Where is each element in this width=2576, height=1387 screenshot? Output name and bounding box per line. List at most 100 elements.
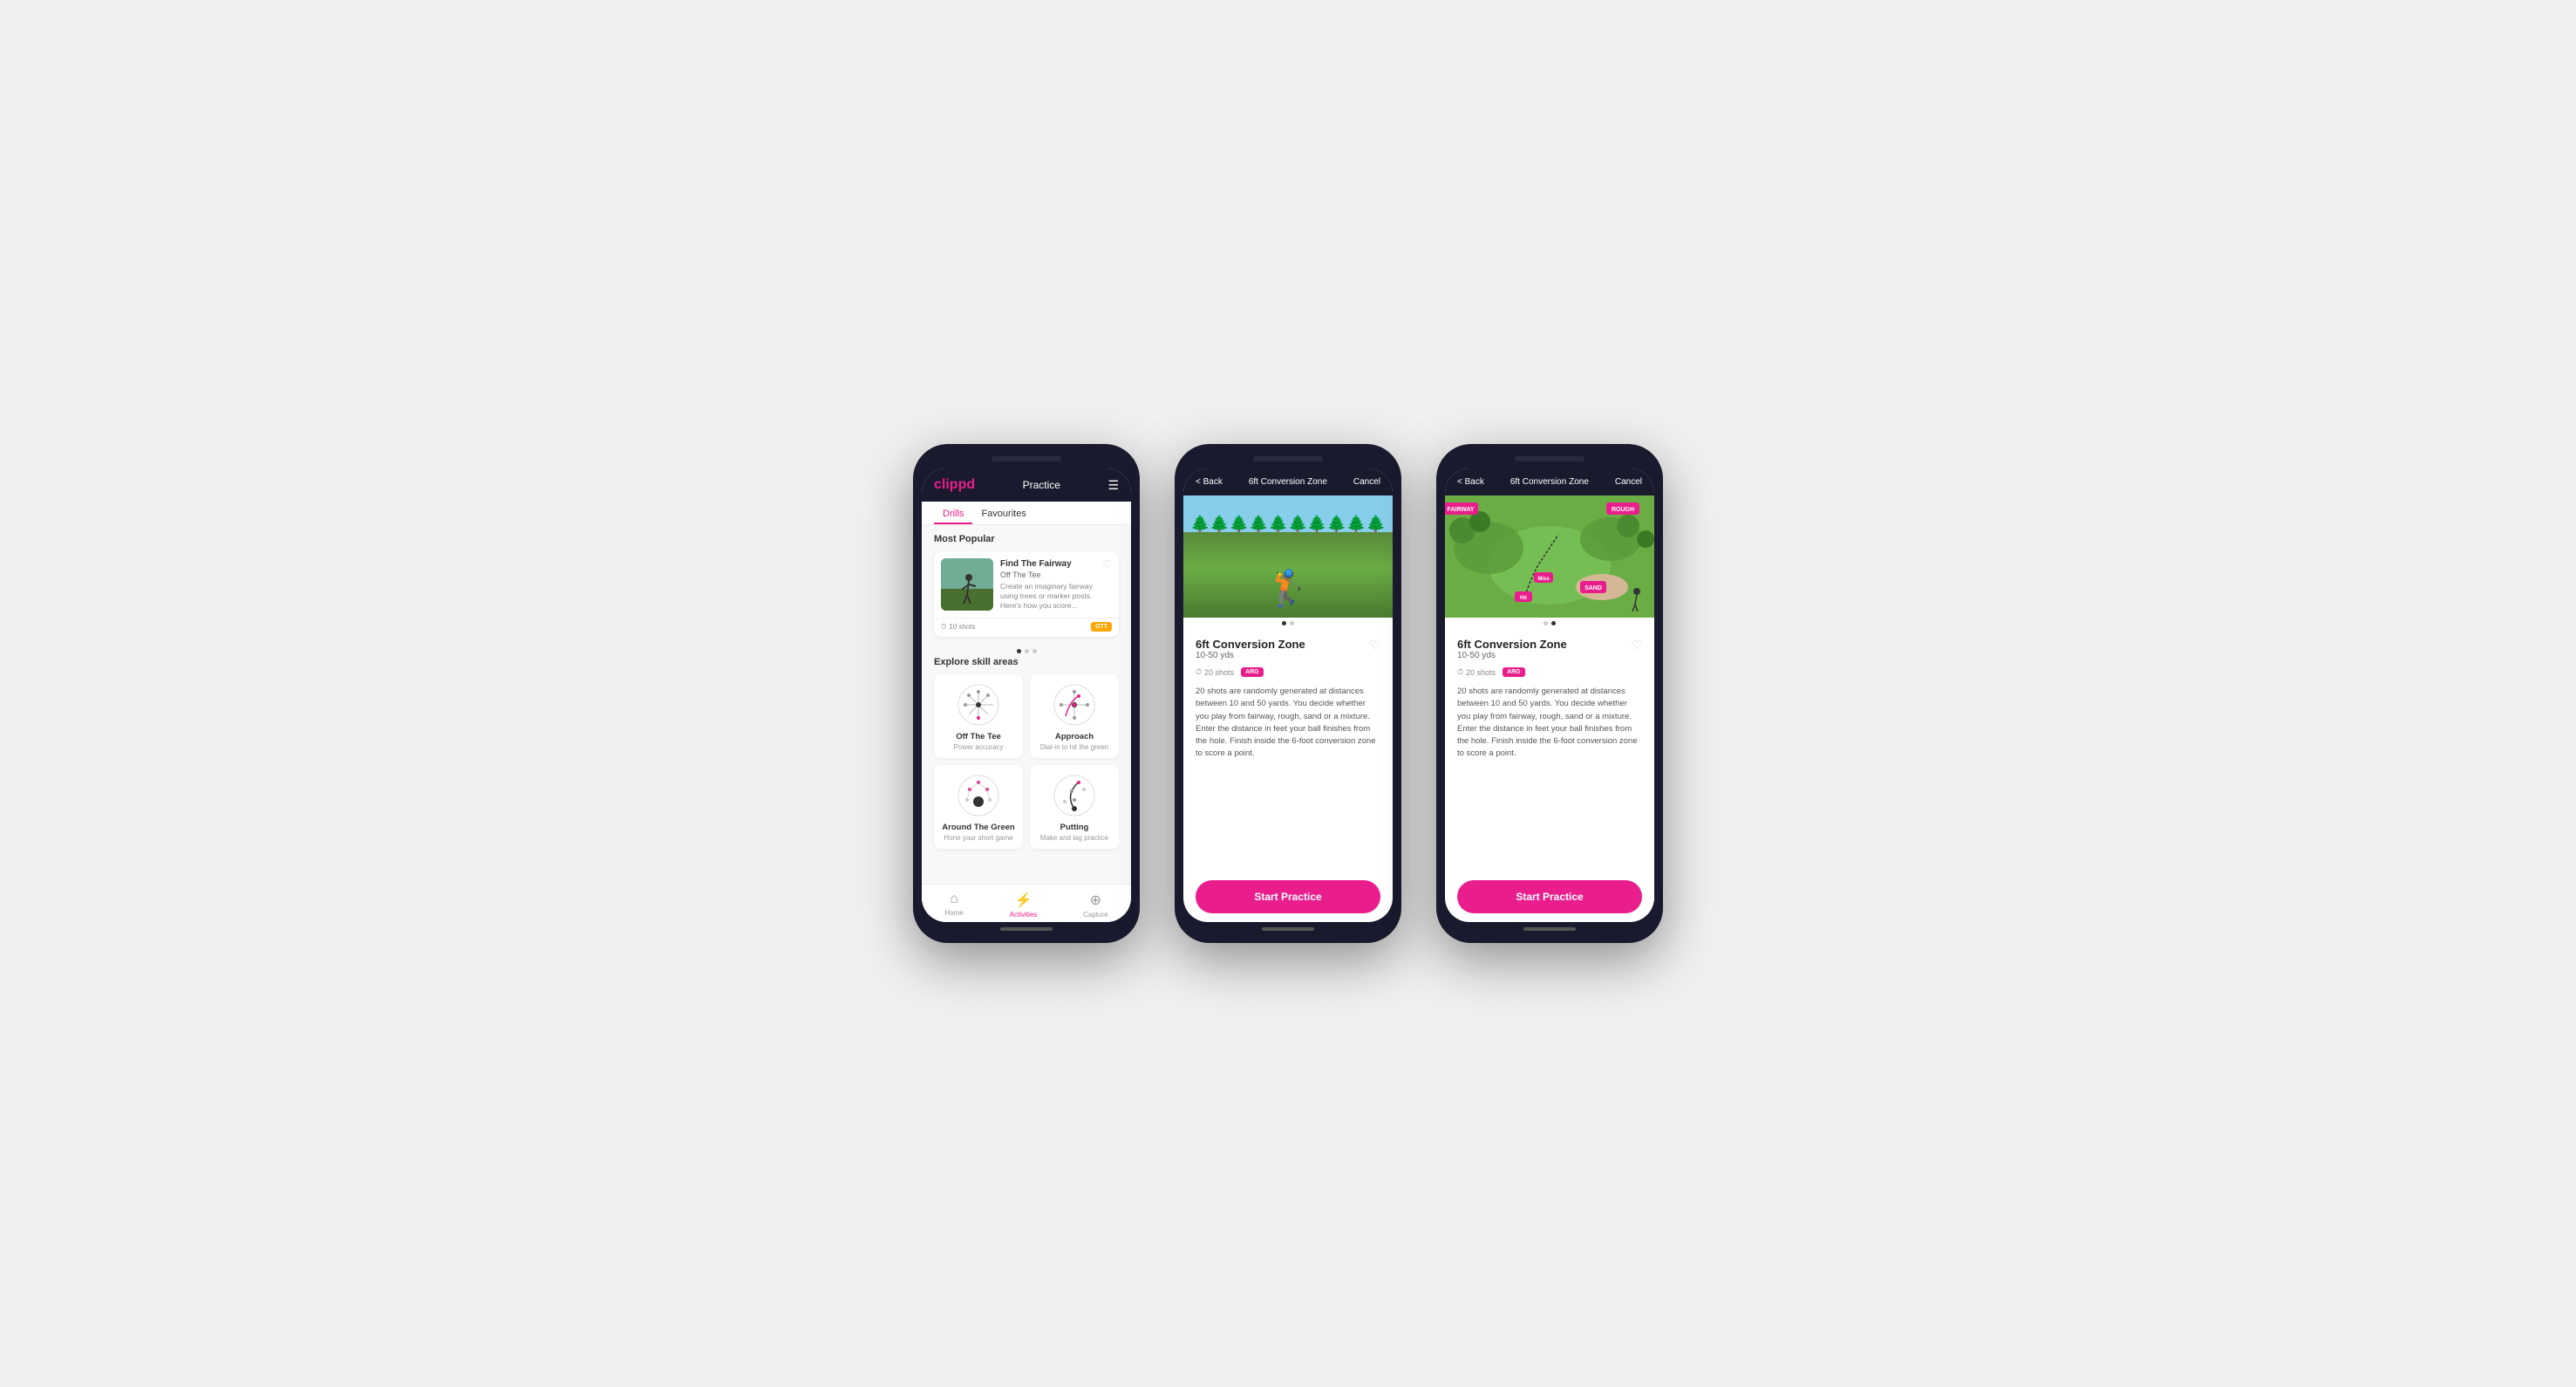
putting-name: Putting [1037, 823, 1112, 832]
drill-card-inner: Find The Fairway Off The Tee ♡ Create an… [934, 551, 1119, 618]
drill-title: Find The Fairway [1000, 558, 1072, 570]
favourite-icon-2[interactable]: ♡ [1369, 638, 1380, 653]
svg-text:Hit: Hit [1520, 596, 1527, 601]
shots-info: ⏱ 10 shots [941, 623, 976, 632]
img-dot-3-2 [1551, 621, 1556, 625]
bottom-nav: ⌂ Home ⚡ Activities ⊕ Capture [922, 884, 1131, 922]
svg-text:ROUGH: ROUGH [1612, 507, 1634, 513]
detail-drill-title-3: 6ft Conversion Zone [1457, 638, 1567, 651]
skill-card-approach[interactable]: Approach Dial-in to hit the green [1030, 674, 1119, 758]
menu-icon[interactable]: ☰ [1107, 478, 1119, 493]
dot-1 [1017, 649, 1021, 653]
capture-label: Capture [1083, 911, 1107, 919]
phone2-content: 6ft Conversion Zone 10-50 yds ♡ ⏱ 20 sho… [1183, 629, 1393, 873]
tab-drills[interactable]: Drills [934, 502, 972, 524]
home-indicator-2 [1262, 927, 1314, 931]
aerial-map: FAIRWAY ROUGH SAND Hit Miss [1445, 495, 1654, 618]
detail-shots-3: ⏱ 20 shots [1457, 667, 1496, 677]
phone-notch-2 [1253, 456, 1323, 461]
tab-favourites[interactable]: Favourites [972, 502, 1034, 524]
approach-name: Approach [1037, 732, 1112, 741]
svg-text:FAIRWAY: FAIRWAY [1447, 507, 1474, 513]
detail-drill-header-3: 6ft Conversion Zone 10-50 yds ♡ [1457, 638, 1642, 664]
dot-3 [1032, 649, 1037, 653]
phone1-content: Most Popular [922, 525, 1131, 884]
app-logo: clippd [934, 477, 975, 493]
detail-header-title: 6ft Conversion Zone [1249, 477, 1327, 487]
drill-thumbnail [941, 558, 993, 611]
arg-tag: ARG [1241, 667, 1264, 677]
featured-drill-card[interactable]: Find The Fairway Off The Tee ♡ Create an… [934, 551, 1119, 637]
detail-shots: ⏱ 20 shots [1196, 667, 1234, 677]
header-title: Practice [1023, 479, 1060, 491]
skill-grid: Off The Tee Power accuracy [934, 674, 1119, 849]
phone-notch-3 [1515, 456, 1584, 461]
favourite-icon-3[interactable]: ♡ [1631, 638, 1642, 653]
phone2-header: < Back 6ft Conversion Zone Cancel [1183, 468, 1393, 495]
ott-name: Off The Tee [941, 732, 1016, 741]
img-dot-1 [1282, 621, 1286, 625]
activities-icon: ⚡ [1014, 892, 1032, 909]
phone3-content: 6ft Conversion Zone 10-50 yds ♡ ⏱ 20 sho… [1445, 629, 1654, 873]
back-button[interactable]: < Back [1196, 477, 1223, 487]
skill-card-atg[interactable]: Around The Green Hone your short game [934, 765, 1023, 849]
clock-icon-3: ⏱ [1457, 667, 1463, 677]
detail-description: 20 shots are randomly generated at dista… [1196, 686, 1380, 761]
svg-text:Miss: Miss [1537, 577, 1550, 582]
explore-title: Explore skill areas [934, 657, 1119, 667]
approach-desc: Dial-in to hit the green [1037, 743, 1112, 751]
detail-description-3: 20 shots are randomly generated at dista… [1457, 686, 1642, 761]
cancel-button[interactable]: Cancel [1353, 477, 1380, 487]
atg-desc: Hone your short game [941, 834, 1016, 842]
phone1-header: clippd Practice ☰ [922, 468, 1131, 502]
phone3-header: < Back 6ft Conversion Zone Cancel [1445, 468, 1654, 495]
arg-tag-3: ARG [1503, 667, 1525, 677]
skill-card-ott[interactable]: Off The Tee Power accuracy [934, 674, 1023, 758]
img-dot-2 [1290, 621, 1294, 625]
approach-icon [1053, 683, 1096, 727]
atg-icon [957, 774, 1000, 817]
capture-icon: ⊕ [1090, 892, 1101, 909]
back-button-3[interactable]: < Back [1457, 477, 1484, 487]
img-dot-3-1 [1544, 621, 1548, 625]
detail-drill-range-3: 10-50 yds [1457, 651, 1567, 660]
nav-home[interactable]: ⌂ Home [944, 892, 963, 919]
ott-desc: Power accuracy [941, 743, 1016, 751]
phone-1-screen: clippd Practice ☰ Drills Favourites Most… [922, 468, 1131, 922]
most-popular-title: Most Popular [934, 534, 1119, 544]
start-practice-button-3[interactable]: Start Practice [1457, 880, 1642, 913]
detail-meta: ⏱ 20 shots ARG [1196, 667, 1380, 677]
favourite-icon[interactable]: ♡ [1102, 558, 1112, 579]
drill-footer: ⏱ 10 shots OTT [934, 618, 1119, 637]
tabs-bar: Drills Favourites [922, 502, 1131, 525]
home-label: Home [944, 909, 963, 917]
clock-icon: ⏱ [941, 623, 946, 632]
detail-drill-header: 6ft Conversion Zone 10-50 yds ♡ [1196, 638, 1380, 664]
phone-3: < Back 6ft Conversion Zone Cancel [1436, 444, 1663, 943]
svg-text:SAND: SAND [1584, 585, 1602, 591]
phone-1: clippd Practice ☰ Drills Favourites Most… [913, 444, 1140, 943]
phone-notch [992, 456, 1061, 461]
phone-2: < Back 6ft Conversion Zone Cancel 🏌️ 6ft… [1175, 444, 1401, 943]
clock-icon-2: ⏱ [1196, 667, 1202, 677]
drill-description: Create an imaginary fairway using trees … [1000, 582, 1112, 611]
detail-header-title-3: 6ft Conversion Zone [1510, 477, 1589, 487]
drill-subtitle: Off The Tee [1000, 571, 1072, 579]
drill-info: Find The Fairway Off The Tee ♡ Create an… [1000, 558, 1112, 611]
ott-tag: OTT [1091, 622, 1112, 632]
image-dots [1183, 618, 1393, 629]
phone-2-screen: < Back 6ft Conversion Zone Cancel 🏌️ 6ft… [1183, 468, 1393, 922]
home-indicator-3 [1523, 927, 1576, 931]
drill-image: 🏌️ [1183, 495, 1393, 618]
skill-card-putting[interactable]: Putting Make and lag practice [1030, 765, 1119, 849]
carousel-dots [934, 646, 1119, 657]
phone-3-screen: < Back 6ft Conversion Zone Cancel [1445, 468, 1654, 922]
cancel-button-3[interactable]: Cancel [1615, 477, 1642, 487]
nav-capture[interactable]: ⊕ Capture [1083, 892, 1107, 919]
home-indicator [1000, 927, 1053, 931]
nav-activities[interactable]: ⚡ Activities [1010, 892, 1038, 919]
putting-icon [1053, 774, 1096, 817]
activities-label: Activities [1010, 911, 1038, 919]
start-practice-button[interactable]: Start Practice [1196, 880, 1380, 913]
atg-name: Around The Green [941, 823, 1016, 832]
